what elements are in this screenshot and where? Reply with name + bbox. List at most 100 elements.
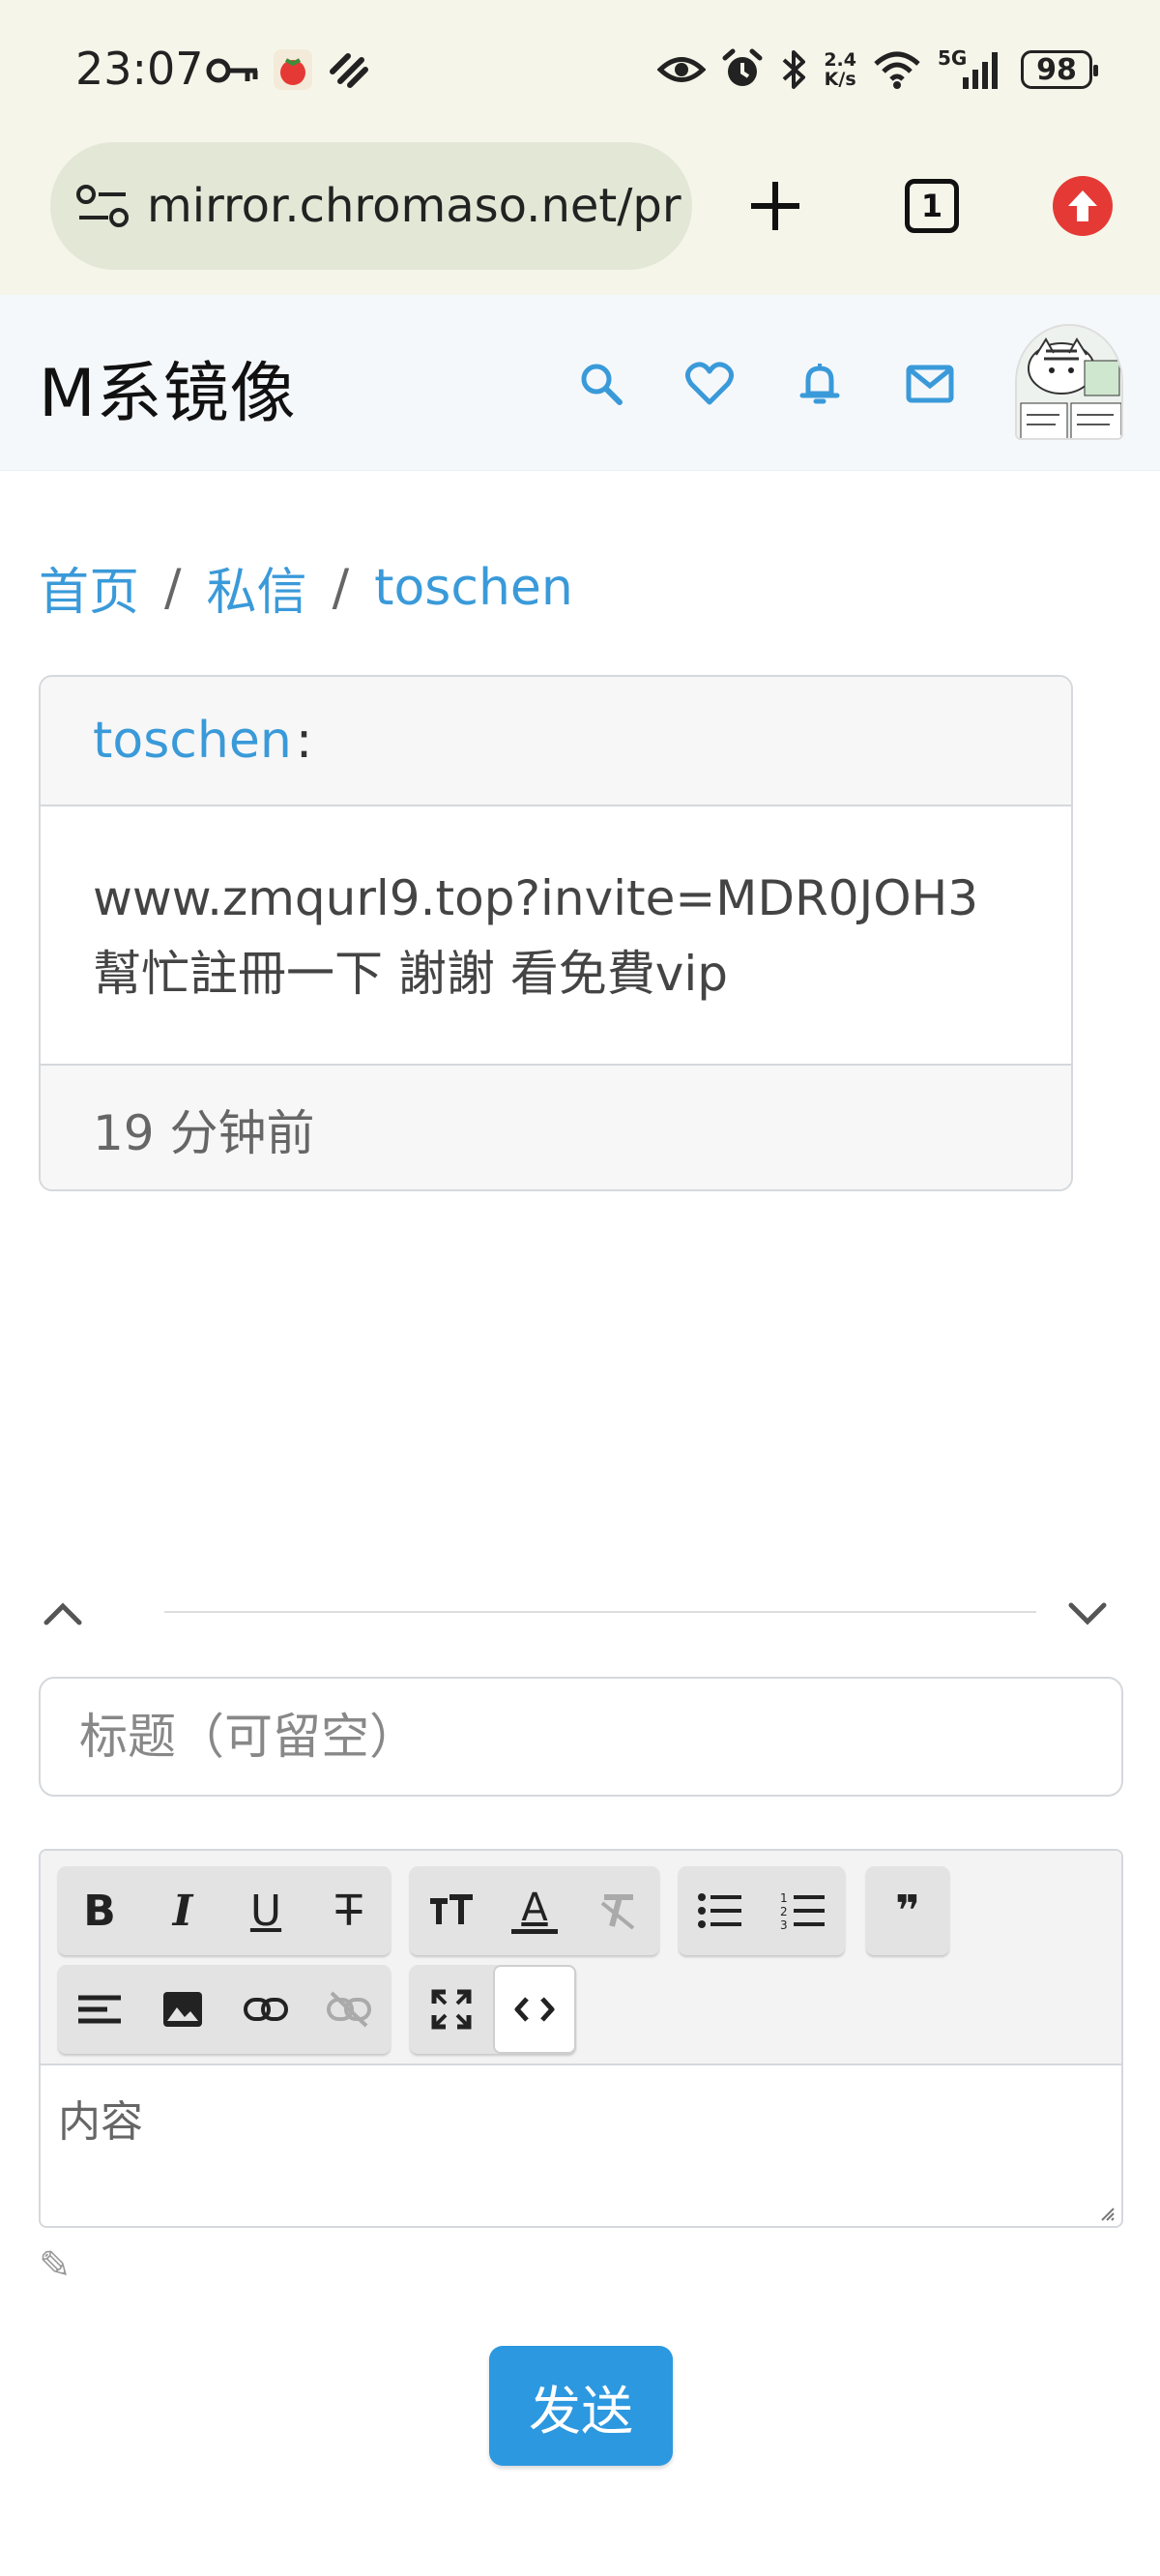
message-body: www.zmqurl9.top?invite=MDR0JOH3 幫忙註冊一下 謝… [41,806,1071,1064]
bullet-list-icon [698,1893,741,1928]
user-avatar[interactable] [1015,324,1123,440]
new-tab-button[interactable] [735,165,816,247]
site-title[interactable]: M系镜像 [39,339,297,435]
tab-count: 1 [905,179,959,233]
cellular-signal: 5G [938,46,1005,91]
status-icons: 2.4 K/s 5G 98 [657,43,1098,97]
font-color-swatch [511,1928,558,1934]
insert-image-button[interactable] [141,1965,224,2054]
collapse-up-button[interactable] [39,1590,87,1638]
chevron-down-icon [1068,1602,1107,1625]
breadcrumb-separator: / [332,558,350,617]
bell-icon [799,364,840,404]
battery-indicator: 98 [1021,50,1098,89]
arrow-up-icon [1068,190,1097,221]
breadcrumb-user[interactable]: toschen [374,559,573,617]
heart-icon [685,362,734,405]
status-time: 23:07 [75,43,204,95]
svg-text:3: 3 [780,1918,788,1931]
update-badge [1053,176,1113,236]
unlink-icon [327,1991,371,2028]
font-color-glyph: A [521,1885,548,1930]
expand-down-button[interactable] [1063,1590,1112,1638]
remove-link-button[interactable] [307,1965,391,2054]
insert-group [58,1965,391,2054]
svg-text:2: 2 [780,1905,788,1918]
align-button[interactable] [58,1965,141,2054]
underline-button[interactable]: U [224,1866,307,1955]
site-header: M系镜像 [0,295,1160,471]
message-line: www.zmqurl9.top?invite=MDR0JOH3 [93,870,979,926]
update-button[interactable] [1042,165,1123,247]
text-style-group: A [410,1866,659,1955]
favorites-button[interactable] [681,355,739,413]
plus-icon [751,182,799,230]
strikethrough-button[interactable]: T [307,1866,391,1955]
breadcrumb-messages[interactable]: 私信 [207,551,307,624]
send-button[interactable]: 发送 [489,2346,673,2466]
reply-title-input[interactable] [39,1677,1123,1797]
mail-icon [906,365,954,403]
list-group: 1 2 3 [679,1866,845,1955]
font-color-icon: A [511,1888,558,1934]
search-button[interactable] [572,355,630,413]
heading-button[interactable] [410,1866,493,1955]
svg-text:1: 1 [780,1891,788,1905]
message-sender[interactable]: toschen [93,712,292,770]
bullet-list-button[interactable] [679,1866,762,1955]
code-icon [514,1997,555,2022]
url-text[interactable]: mirror.chromaso.net/pr [147,179,682,233]
avatar-image [1017,326,1121,438]
format-group: B I U T [58,1866,391,1955]
text-size-icon [430,1894,473,1924]
wifi-icon [874,51,920,89]
breadcrumb-home[interactable]: 首页 [39,551,139,624]
breadcrumb: 首页 / 私信 / toschen [39,551,573,624]
bold-button[interactable]: B [58,1866,141,1955]
messages-button[interactable] [901,355,959,413]
fullscreen-icon [431,1989,472,2030]
pencil-icon[interactable]: ✎ [39,2243,72,2288]
message-card: toschen : www.zmqurl9.top?invite=MDR0JOH… [39,675,1073,1191]
reply-content-input[interactable]: 内容 [41,2065,1121,2226]
fullscreen-button[interactable] [410,1965,493,2054]
source-code-button[interactable] [493,1965,576,2054]
divider-line [164,1611,1036,1613]
clear-format-icon [600,1894,635,1930]
bluetooth-icon [782,50,806,89]
image-icon [163,1992,202,2027]
eye-icon [657,57,707,82]
content-placeholder: 内容 [58,2097,143,2147]
tab-switcher-button[interactable]: 1 [891,165,972,247]
notifications-button[interactable] [791,355,849,413]
numbered-list-button[interactable]: 1 2 3 [762,1866,845,1955]
font-color-button[interactable]: A [493,1866,576,1955]
blockquote-button[interactable]: ❞ [866,1866,949,1955]
quote-group: ❞ [866,1866,949,1955]
breadcrumb-separator: / [164,558,182,617]
numbered-list-icon: 1 2 3 [780,1891,825,1931]
link-icon [244,1998,288,2021]
signal-bars-icon [963,52,998,89]
italic-button[interactable]: I [141,1866,224,1955]
search-icon [581,364,623,405]
message-sender-colon: : [295,712,313,770]
address-bar[interactable]: mirror.chromaso.net/pr [50,142,692,270]
link-app-icon [330,53,368,88]
network-speed: 2.4 K/s [824,50,856,89]
editor-toolbar: B I U T A 1 2 3 ❞ [41,1851,1121,2065]
clear-format-button[interactable] [576,1866,659,1955]
resize-handle-icon[interactable] [1098,2205,1116,2222]
view-group [410,1965,576,2054]
message-header: toschen : [41,677,1071,806]
alarm-icon [722,48,763,86]
key-icon [206,58,258,83]
insert-link-button[interactable] [224,1965,307,2054]
reply-divider [39,1582,1121,1640]
rich-text-editor: B I U T A 1 2 3 ❞ 内容 [39,1849,1123,2228]
site-settings-icon[interactable] [75,184,130,228]
status-bar: 23:07 2.4 K/s 5G 98 [0,0,1160,140]
network-speed-unit: K/s [824,69,856,90]
message-timestamp: 19 分钟前 [41,1064,1071,1189]
tomato-app-icon [274,49,312,90]
